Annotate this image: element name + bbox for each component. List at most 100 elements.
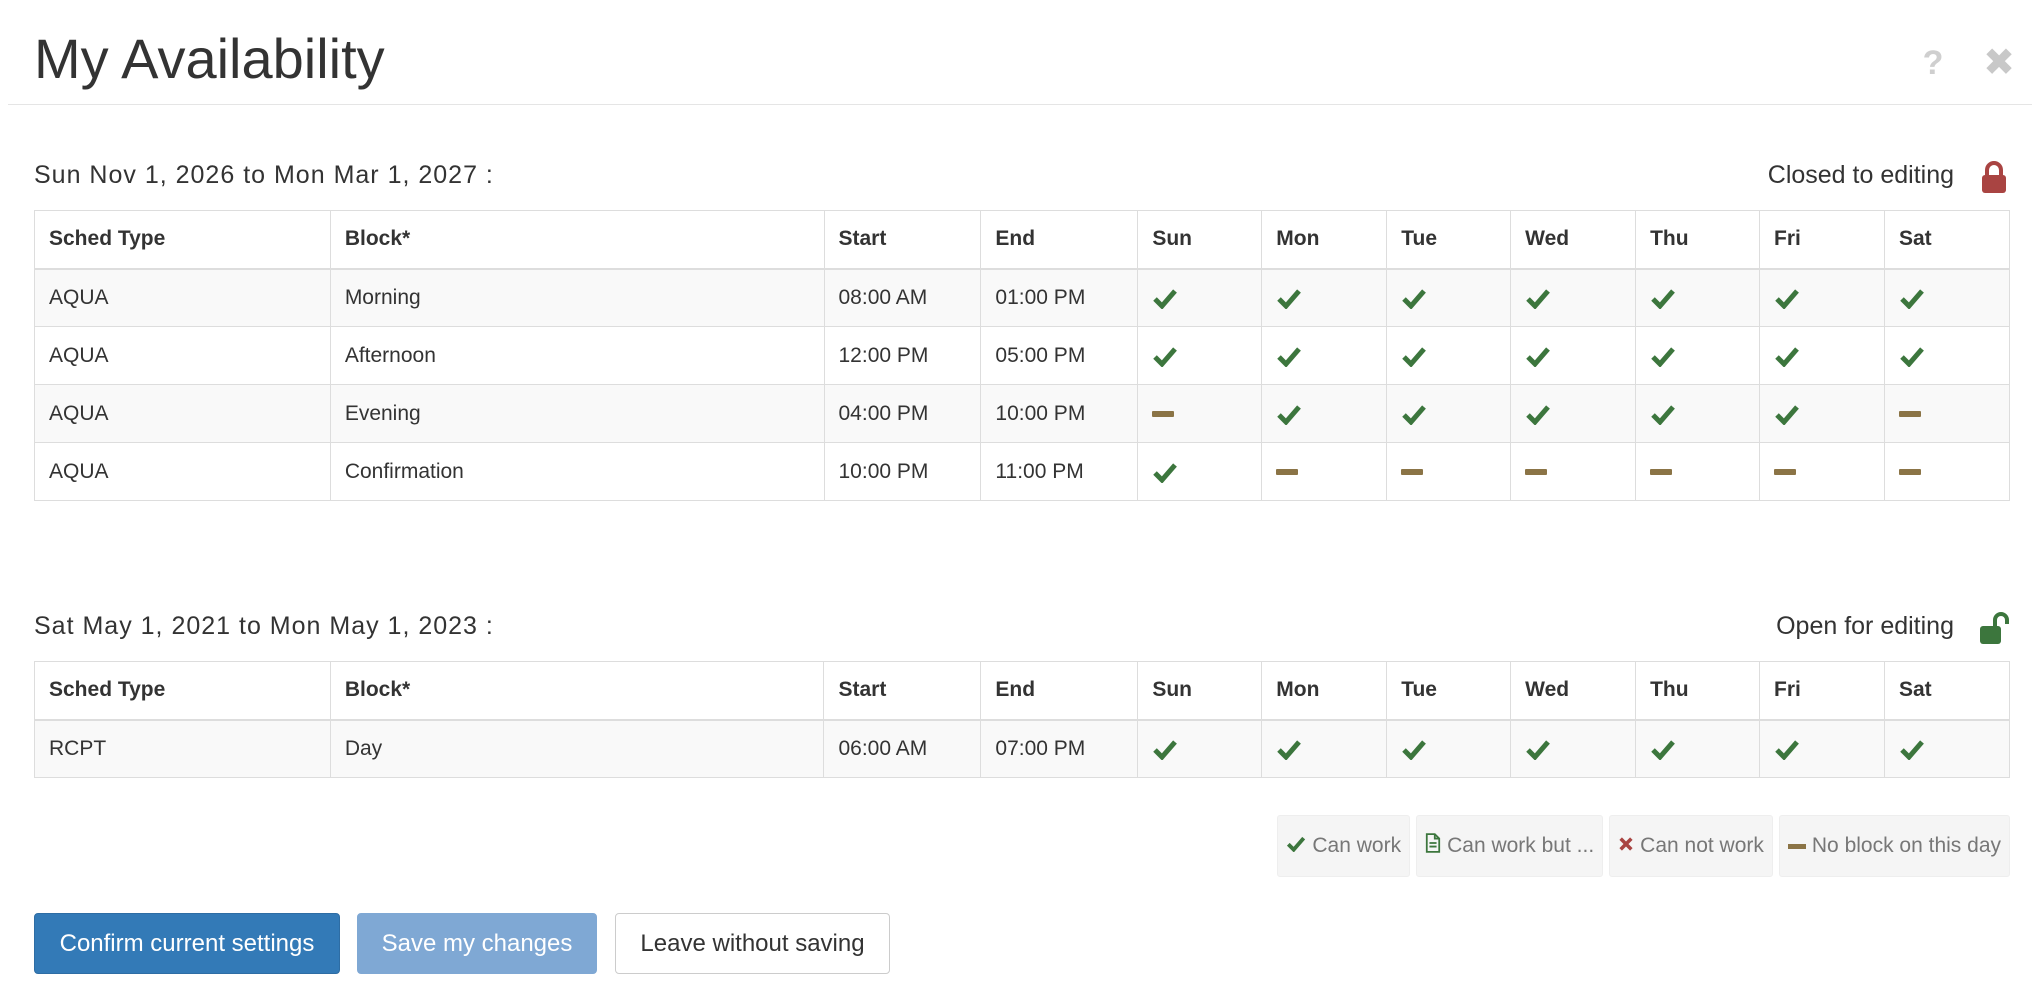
column-header: Fri: [1759, 210, 1885, 270]
dash-icon: [1898, 410, 1921, 417]
legend-no-block: No block on this day: [1778, 815, 2010, 877]
cell-type: AQUA: [34, 326, 331, 385]
cell-end: 01:00 PM: [980, 268, 1139, 327]
day-cell[interactable]: [1137, 326, 1263, 385]
column-header: Sat: [1883, 661, 2011, 721]
period-title: Sun Nov 1, 2026 to Mon Mar 1, 2027 :: [34, 161, 494, 189]
day-cell[interactable]: [1759, 326, 1885, 385]
day-cell[interactable]: [1386, 326, 1512, 385]
dash-icon: [1898, 468, 1921, 475]
day-cell[interactable]: [1635, 326, 1761, 385]
day-cell[interactable]: [1883, 326, 2011, 385]
cell-end: 07:00 PM: [980, 719, 1139, 778]
check-icon: [1650, 287, 1676, 310]
column-header: Wed: [1510, 661, 1637, 721]
edit-status: Closed to editing: [1767, 161, 1954, 189]
day-cell[interactable]: [1137, 442, 1263, 501]
check-icon: [1401, 345, 1427, 367]
check-icon: [1152, 738, 1178, 761]
day-cell[interactable]: [1386, 719, 1512, 778]
day-cell[interactable]: [1635, 719, 1761, 778]
cell-type: AQUA: [34, 442, 331, 501]
leave-without-saving-button[interactable]: Leave without saving: [615, 913, 890, 974]
cell-block: Confirmation: [329, 442, 825, 501]
period-title: Sat May 1, 2021 to Mon May 1, 2023 :: [34, 612, 494, 640]
edit-status: Open for editing: [1776, 612, 1954, 640]
availability-table: Sched Type Block* Start End Sun Mon Tue Wed Thu F…: [34, 661, 2011, 778]
day-cell[interactable]: [1261, 384, 1388, 443]
column-header: Block*: [329, 210, 825, 270]
cell-end: 05:00 PM: [980, 326, 1139, 385]
availability-table: Sched Type Block* Start End Sun Mon Tue Wed Thu F…: [34, 210, 2011, 501]
column-header: Sun: [1137, 661, 1263, 721]
day-cell[interactable]: [1261, 442, 1388, 501]
check-icon: [1774, 287, 1800, 310]
check-icon: [1152, 461, 1178, 483]
legend-label: Can not work: [1640, 834, 1764, 857]
day-cell[interactable]: [1386, 442, 1512, 501]
day-cell[interactable]: [1137, 719, 1263, 778]
day-cell[interactable]: [1510, 326, 1637, 385]
dash-icon: [1525, 468, 1548, 475]
close-icon[interactable]: ✖: [1982, 44, 2016, 82]
day-cell[interactable]: [1759, 268, 1885, 327]
day-cell[interactable]: [1510, 719, 1637, 778]
table-body: RCPT Day 06:00 AM 07:00 PM: [34, 719, 2011, 778]
cell-end: 11:00 PM: [980, 442, 1139, 501]
column-header: Thu: [1635, 661, 1761, 721]
day-cell[interactable]: [1635, 268, 1761, 327]
day-cell[interactable]: [1759, 384, 1885, 443]
day-cell[interactable]: [1883, 442, 2011, 501]
check-icon: [1774, 345, 1800, 367]
day-cell[interactable]: [1261, 326, 1388, 385]
day-cell[interactable]: [1883, 384, 2011, 443]
table-body: AQUA Morning 08:00 AM 01:00 PM AQUA Afternoon…: [34, 268, 2011, 501]
check-icon: [1650, 738, 1676, 761]
x-icon: [1618, 834, 1634, 858]
column-header: Tue: [1386, 210, 1512, 270]
check-icon: [1401, 738, 1427, 761]
check-icon: [1286, 834, 1306, 858]
day-cell[interactable]: [1261, 719, 1388, 778]
cell-start: 06:00 AM: [823, 719, 982, 778]
cell-type: RCPT: [34, 719, 331, 778]
table-header-row: Sched Type Block* Start End Sun Mon Tue Wed Thu F…: [34, 661, 2011, 721]
table-row: RCPT Day 06:00 AM 07:00 PM: [34, 719, 2011, 778]
check-icon: [1525, 738, 1551, 761]
day-cell[interactable]: [1386, 384, 1512, 443]
cell-block: Afternoon: [329, 326, 825, 385]
legend: Can work Can work but ... Can not work N…: [1277, 815, 2010, 877]
day-cell[interactable]: [1386, 268, 1512, 327]
day-cell[interactable]: [1137, 268, 1263, 327]
day-cell[interactable]: [1510, 268, 1637, 327]
day-cell[interactable]: [1261, 268, 1388, 327]
day-cell[interactable]: [1137, 384, 1263, 443]
day-cell[interactable]: [1759, 719, 1885, 778]
day-cell[interactable]: [1759, 442, 1885, 501]
save-changes-button[interactable]: Save my changes: [357, 913, 597, 974]
confirm-settings-button[interactable]: Confirm current settings: [34, 913, 340, 974]
day-cell[interactable]: [1510, 442, 1637, 501]
day-cell[interactable]: [1883, 268, 2011, 327]
day-cell[interactable]: [1635, 384, 1761, 443]
check-icon: [1276, 738, 1302, 761]
day-cell[interactable]: [1883, 719, 2011, 778]
help-icon[interactable]: ?: [1916, 46, 1950, 80]
check-icon: [1276, 287, 1302, 310]
legend-label: No block on this day: [1811, 834, 2001, 857]
page-title: My Availability: [34, 27, 385, 90]
check-icon: [1899, 345, 1925, 367]
column-header: Start: [823, 210, 982, 270]
check-icon: [1899, 738, 1925, 761]
check-icon: [1401, 287, 1427, 310]
day-cell[interactable]: [1635, 442, 1761, 501]
day-cell[interactable]: [1510, 384, 1637, 443]
table-row: AQUA Morning 08:00 AM 01:00 PM: [34, 268, 2011, 327]
cell-start: 12:00 PM: [823, 326, 982, 385]
table-row: AQUA Afternoon 12:00 PM 05:00 PM: [34, 326, 2011, 385]
column-header: Sat: [1883, 210, 2011, 270]
column-header: Sched Type: [34, 210, 331, 270]
legend-label: Can work: [1312, 834, 1402, 857]
column-header: Thu: [1635, 210, 1761, 270]
lock-closed-icon: [1978, 160, 2010, 194]
